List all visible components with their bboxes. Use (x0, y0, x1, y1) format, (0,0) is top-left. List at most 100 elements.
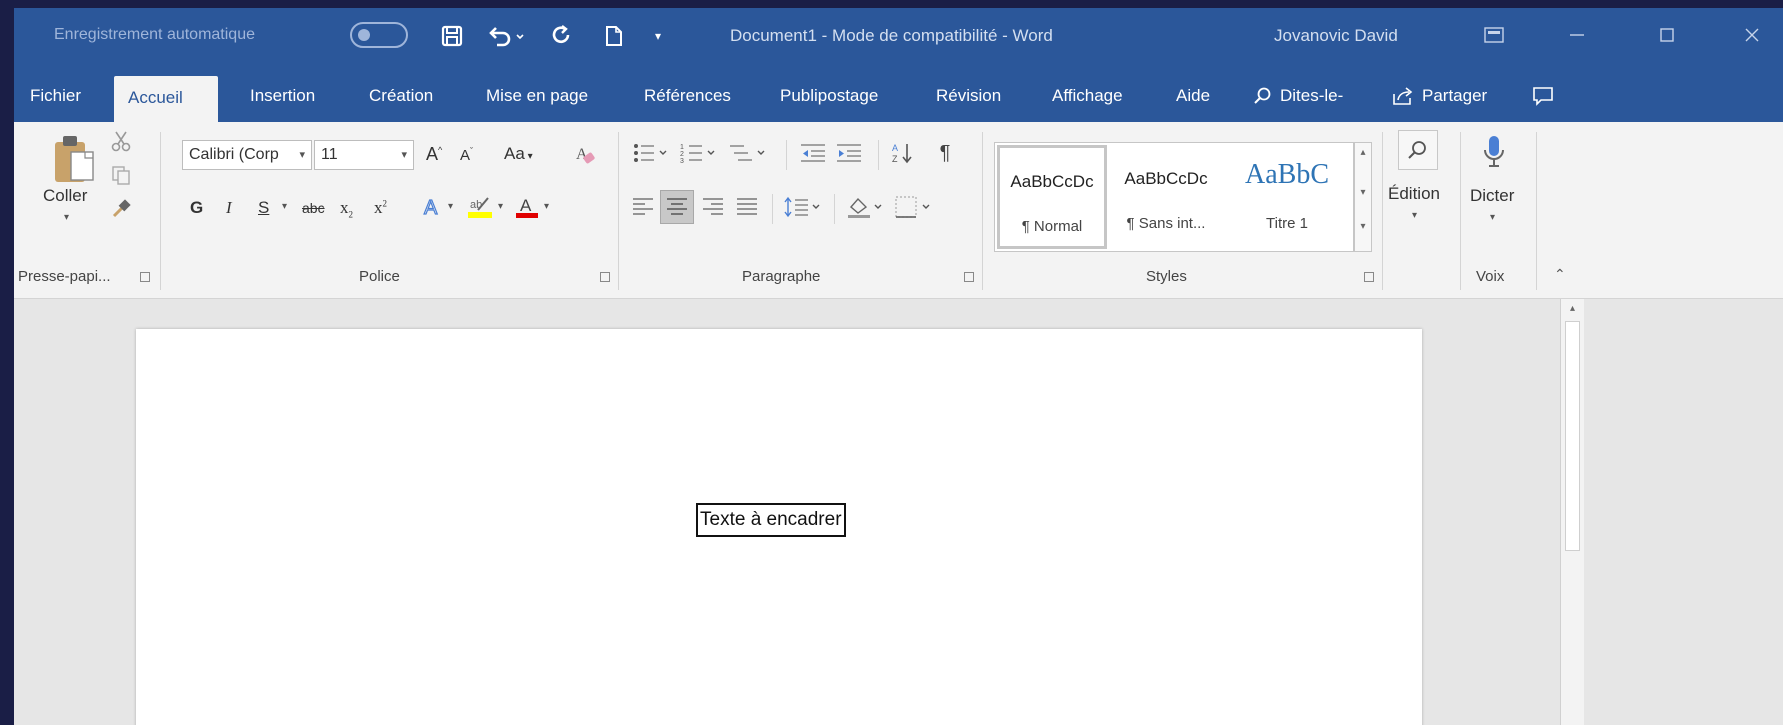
italic-button[interactable]: I (226, 198, 232, 218)
bold-button[interactable]: G (190, 198, 203, 218)
framed-text[interactable]: Texte à encadrer (696, 503, 846, 537)
tab-insertion[interactable]: Insertion (250, 70, 315, 122)
font-dialog-launcher-icon[interactable] (600, 272, 610, 282)
increase-indent-icon[interactable] (832, 138, 866, 168)
align-right-icon[interactable] (698, 192, 728, 222)
show-formatting-marks-icon[interactable]: ¶ (930, 138, 960, 168)
undo-icon[interactable] (484, 20, 530, 52)
font-name-combo[interactable]: Calibri (Corp ▾ (182, 140, 312, 170)
find-icon[interactable] (1398, 130, 1438, 170)
microphone-icon[interactable] (1476, 130, 1512, 178)
comments-icon[interactable] (1532, 70, 1554, 122)
chevron-down-icon: ▾ (401, 149, 407, 161)
format-painter-icon[interactable] (108, 196, 134, 222)
customize-qat-icon[interactable]: ▾ (646, 20, 670, 52)
tab-creation[interactable]: Création (369, 70, 433, 122)
tab-revision[interactable]: Révision (936, 70, 1001, 122)
ribbon-display-options-icon[interactable] (1474, 20, 1514, 50)
paragraph-group-label: Paragraphe (742, 268, 821, 285)
underline-dropdown-icon[interactable]: ▾ (282, 201, 287, 212)
paste-label[interactable]: Coller (43, 186, 87, 206)
cut-icon[interactable] (108, 128, 134, 154)
share-icon (1392, 86, 1414, 106)
align-center-icon[interactable] (660, 190, 694, 224)
sort-icon[interactable]: AZ (888, 138, 918, 168)
group-separator (1382, 132, 1383, 290)
dictate-button[interactable]: Dicter (1470, 186, 1514, 206)
highlight-dropdown-icon[interactable]: ▾ (498, 201, 503, 212)
tell-me-search[interactable]: Dites-le- (1254, 70, 1343, 122)
text-effects-icon[interactable]: A (418, 192, 448, 222)
style-heading-1[interactable]: AaBbC Titre 1 (1227, 145, 1347, 249)
decrease-indent-icon[interactable] (796, 138, 830, 168)
scroll-up-icon[interactable]: ▴ (1561, 303, 1584, 314)
collapse-ribbon-icon[interactable]: ⌃ (1554, 266, 1566, 283)
font-size-combo[interactable]: 11 ▾ (314, 140, 414, 170)
share-label: Partager (1422, 86, 1488, 105)
chevron-down-icon[interactable]: ▾ (1355, 187, 1371, 198)
underline-button[interactable]: S (258, 198, 269, 218)
change-case-button[interactable]: Aa ▾ (504, 144, 533, 164)
document-title: Document1 - Mode de compatibilité - Word (730, 26, 1053, 45)
text-effects-dropdown-icon[interactable]: ▾ (448, 201, 453, 212)
maximize-icon[interactable] (1644, 20, 1690, 50)
numbering-icon[interactable]: 123 (678, 138, 722, 168)
autosave-toggle[interactable] (350, 22, 408, 48)
editing-dropdown-icon[interactable]: ▾ (1412, 210, 1417, 221)
clear-formatting-icon[interactable]: A (570, 140, 600, 170)
user-name[interactable]: Jovanovic David (1274, 26, 1398, 46)
clipboard-group-label: Presse-papi... (18, 268, 111, 285)
paste-icon[interactable] (48, 130, 98, 188)
superscript-button[interactable]: x2 (374, 198, 387, 218)
shading-icon[interactable] (844, 192, 888, 222)
svg-text:Z: Z (892, 154, 898, 164)
highlight-icon[interactable]: ab (464, 192, 496, 222)
style-normal[interactable]: AaBbCcDc ¶ Normal (997, 145, 1107, 249)
dictate-dropdown-icon[interactable]: ▾ (1490, 212, 1495, 223)
vertical-scrollbar[interactable]: ▴ (1560, 299, 1584, 725)
style-no-spacing[interactable]: AaBbCcDc ¶ Sans int... (1111, 145, 1221, 249)
new-document-icon[interactable] (596, 20, 632, 52)
document-page[interactable]: Texte à encadrer (136, 329, 1422, 725)
scrollbar-thumb[interactable] (1565, 321, 1580, 551)
tab-affichage[interactable]: Affichage (1052, 70, 1123, 122)
align-left-icon[interactable] (628, 192, 658, 222)
borders-icon[interactable] (892, 192, 936, 222)
style-name: ¶ Sans int... (1126, 215, 1206, 232)
tab-aide[interactable]: Aide (1176, 70, 1210, 122)
minimize-icon[interactable] (1554, 20, 1600, 50)
voice-group-label: Voix (1476, 268, 1505, 285)
share-button[interactable]: Partager (1392, 70, 1487, 122)
font-color-icon[interactable]: A (512, 192, 542, 222)
save-icon[interactable] (434, 20, 470, 52)
paste-dropdown-icon[interactable]: ▾ (64, 212, 69, 223)
tab-references[interactable]: Références (644, 70, 731, 122)
line-spacing-icon[interactable] (782, 192, 826, 222)
clipboard-dialog-launcher-icon[interactable] (140, 272, 150, 282)
multilevel-list-icon[interactable] (726, 138, 772, 168)
tab-fichier[interactable]: Fichier (30, 70, 81, 122)
close-icon[interactable] (1729, 20, 1775, 50)
editing-button[interactable]: Édition (1388, 184, 1440, 204)
bullets-icon[interactable] (630, 138, 674, 168)
tab-mise-en-page[interactable]: Mise en page (486, 70, 588, 122)
tab-publipostage[interactable]: Publipostage (780, 70, 878, 122)
justify-icon[interactable] (732, 192, 762, 222)
styles-gallery-scroll[interactable]: ▴ ▾ ▾ (1354, 142, 1372, 252)
tab-accueil[interactable]: Accueil (114, 76, 218, 122)
redo-icon[interactable] (544, 20, 580, 52)
chevron-up-icon[interactable]: ▴ (1355, 147, 1371, 158)
copy-icon[interactable] (108, 162, 134, 188)
paragraph-dialog-launcher-icon[interactable] (964, 272, 974, 282)
word-window: Enregistrement automatique ▾ Document1 -… (14, 8, 1783, 725)
inline-separator (772, 194, 773, 224)
svg-text:A: A (520, 196, 532, 215)
font-size-value: 11 (321, 146, 338, 163)
font-color-dropdown-icon[interactable]: ▾ (544, 201, 549, 212)
subscript-button[interactable]: x2 (340, 198, 353, 219)
styles-dialog-launcher-icon[interactable] (1364, 272, 1374, 282)
grow-font-icon[interactable]: A^ (426, 144, 442, 165)
strikethrough-button[interactable]: abc (302, 200, 325, 216)
more-styles-icon[interactable]: ▾ (1355, 221, 1371, 232)
shrink-font-icon[interactable]: Aˇ (460, 146, 473, 164)
